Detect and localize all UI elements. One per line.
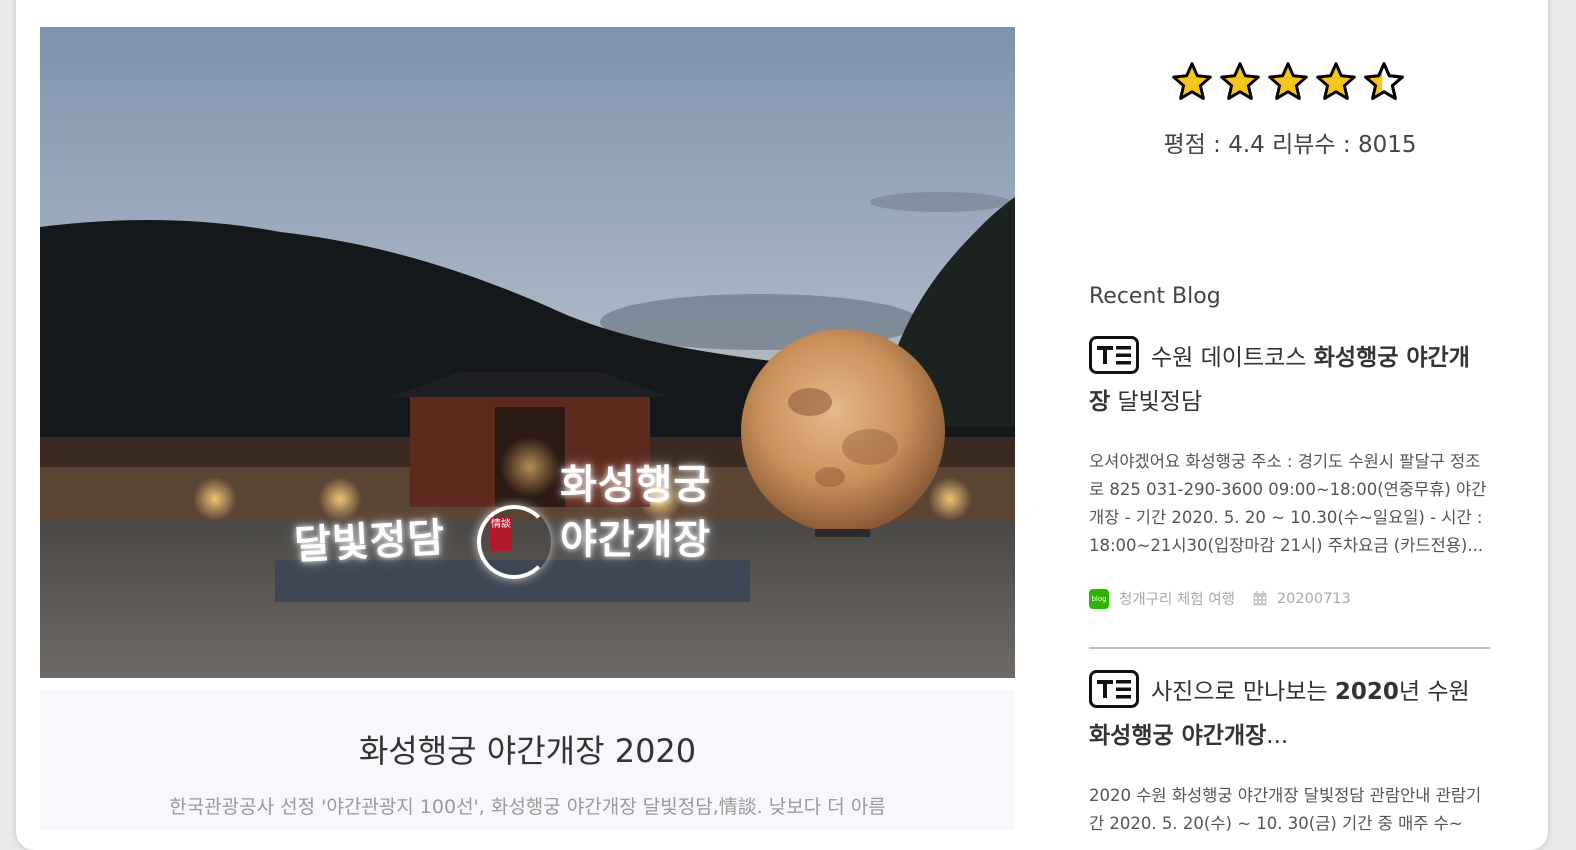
blog-post-excerpt: 2020 수원 화성행궁 야간개장 달빛정담 관람안내 관람기간 2020. 5… <box>1089 786 1482 833</box>
star-filled-icon <box>1220 62 1260 100</box>
attraction-caption: 화성행궁 야간개장 2020 한국관광공사 선정 '야간관광지 100선', 화… <box>40 690 1015 830</box>
blog-post-date: 20200713 <box>1276 590 1351 607</box>
crescent-moon-icon <box>477 505 551 579</box>
blog-name[interactable]: 청개구리 체험 여행 <box>1119 588 1235 609</box>
seal-stamp: 情談 <box>490 517 512 551</box>
sign-palace-text: 화성행궁 <box>560 462 712 508</box>
tistory-te-icon <box>1089 335 1139 374</box>
rating-summary: 평점 : 4.4 리뷰수 : 8015 <box>1163 132 1417 158</box>
post-divider <box>1089 647 1490 649</box>
sign-night-open-text: 야간개장 <box>560 517 712 563</box>
blog-post-excerpt: 오셔야겠어요 화성행궁 주소 : 경기도 수원시 팔달구 정조로 825 031… <box>1089 452 1487 555</box>
rating-stars <box>1170 60 1410 108</box>
title-text: 달빛정담 <box>1110 389 1203 415</box>
blog-badge-icon: blog <box>1089 588 1109 609</box>
attraction-title: 화성행궁 야간개장 2020 <box>358 732 697 770</box>
attraction-description: 한국관광공사 선정 '야간관광지 100선', 화성행궁 야간개장 달빛정담,情… <box>169 796 886 818</box>
blog-post-title[interactable]: 사진으로 만나보는 2020년 수원 화성행궁 야간개장... <box>1089 669 1491 758</box>
title-text: 년 수원 <box>1398 679 1470 705</box>
title-highlight: 2020 <box>1334 679 1399 705</box>
blog-post-title[interactable]: 수원 데이트코스 화성행궁 야간개장 달빛정담 <box>1089 335 1491 424</box>
title-text: 수원 데이트코스 <box>1151 345 1314 371</box>
hero-photo: 달빛정담 情談 화성행궁 야간개장 <box>40 27 1015 678</box>
tistory-te-icon <box>1089 669 1139 708</box>
recent-blog-heading: Recent Blog <box>1089 284 1221 309</box>
blog-post-meta: blog 청개구리 체험 여행 20200713 <box>1089 588 1491 609</box>
star-filled-icon <box>1172 62 1212 100</box>
star-filled-icon <box>1316 62 1356 100</box>
sign-moonlight-text: 달빛정담 <box>293 515 447 569</box>
title-text: ... <box>1266 723 1289 749</box>
hero-scene <box>40 27 1015 678</box>
star-partial-icon <box>1364 62 1404 100</box>
calendar-icon <box>1253 591 1267 606</box>
blog-post[interactable]: 사진으로 만나보는 2020년 수원 화성행궁 야간개장... 2020 수원 … <box>1089 669 1491 838</box>
title-highlight: 화성행궁 야간개장 <box>1089 723 1267 749</box>
blog-post[interactable]: 수원 데이트코스 화성행궁 야간개장 달빛정담 오셔야겠어요 화성행궁 주소 :… <box>1089 335 1491 609</box>
title-text: 사진으로 만나보는 <box>1151 679 1335 705</box>
star-filled-icon <box>1268 62 1308 100</box>
